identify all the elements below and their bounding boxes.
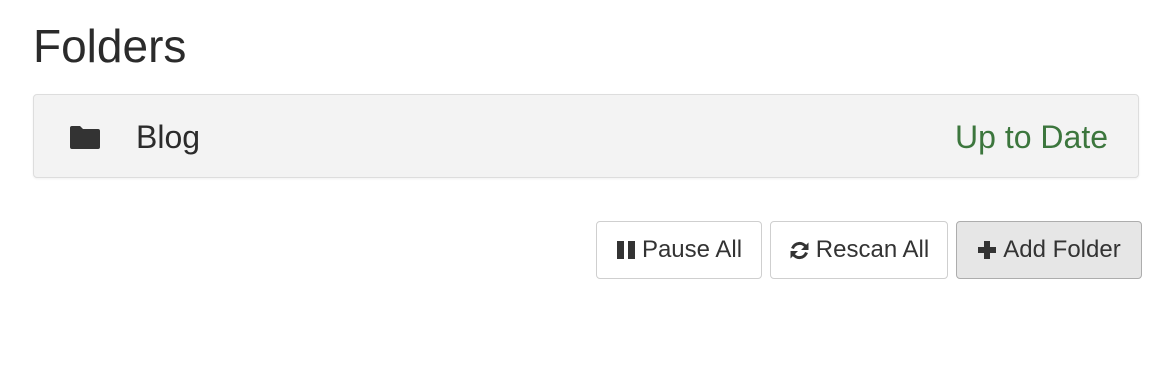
folder-icon bbox=[69, 125, 101, 150]
folder-name: Blog bbox=[136, 119, 201, 155]
plus-icon bbox=[977, 240, 997, 260]
pause-icon bbox=[616, 240, 636, 260]
folder-row-blog[interactable]: Blog Up to Date bbox=[33, 94, 1139, 178]
folders-page: Folders Blog Up to Date Pause All Rescan… bbox=[0, 0, 1169, 375]
add-folder-button[interactable]: Add Folder bbox=[956, 221, 1142, 279]
pause-all-label: Pause All bbox=[641, 236, 743, 263]
add-folder-label: Add Folder bbox=[1003, 236, 1121, 263]
pause-all-button[interactable]: Pause All bbox=[596, 221, 762, 279]
rescan-all-label: Rescan All bbox=[815, 236, 930, 263]
folder-status: Up to Date bbox=[955, 119, 1108, 155]
page-title: Folders bbox=[33, 20, 187, 72]
rescan-all-button[interactable]: Rescan All bbox=[770, 221, 948, 279]
refresh-icon bbox=[789, 240, 810, 261]
